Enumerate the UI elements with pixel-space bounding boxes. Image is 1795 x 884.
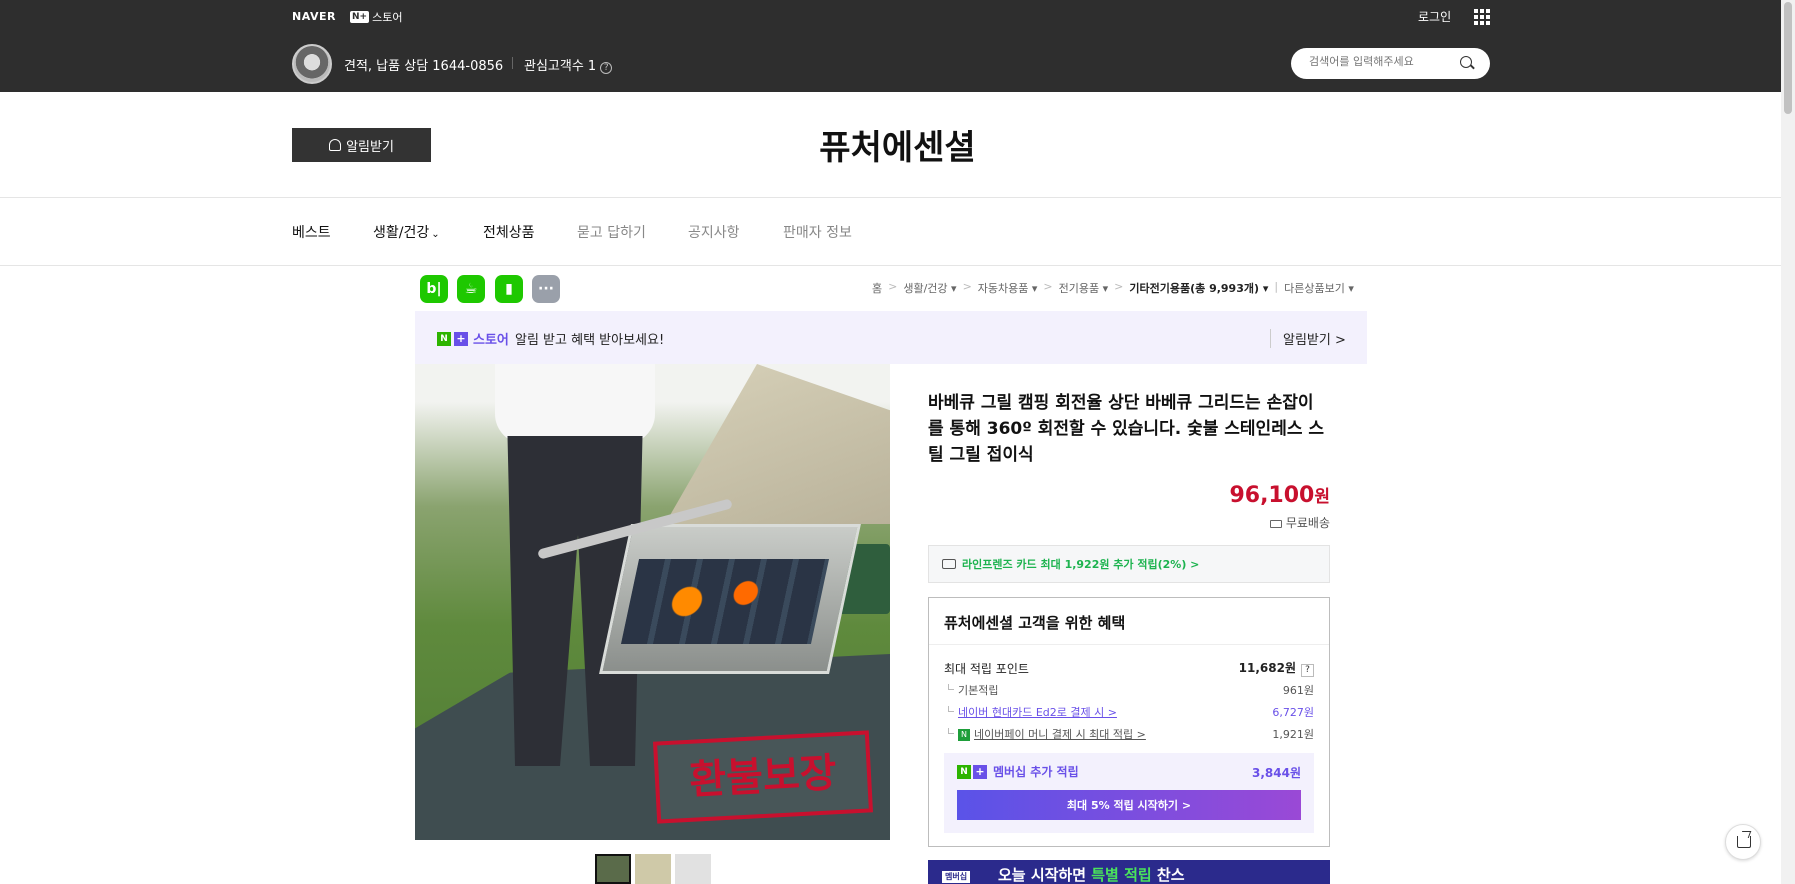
share-button[interactable] <box>1725 824 1761 860</box>
n-icon: N <box>957 764 971 779</box>
breadcrumb-life-health[interactable]: 생활/건강 ▾ <box>903 280 956 296</box>
plus-icon: + <box>454 331 468 346</box>
benefit-box: 퓨처에센셜 고객을 위한 혜택 최대 적립 포인트 11,682원? 기본적립 … <box>928 597 1330 847</box>
breadcrumb-other[interactable]: 다른상품보기 ▾ <box>1284 280 1354 296</box>
price-unit: 원 <box>1314 487 1330 507</box>
membership-start-button[interactable]: 최대 5% 적립 시작하기 > <box>957 790 1301 820</box>
product-price: 96,100원 <box>1150 482 1330 508</box>
nplus-label: 스토어 <box>372 11 403 24</box>
scrollbar[interactable] <box>1781 0 1795 884</box>
promo-text-1: 오늘 시작하면 <box>998 866 1092 884</box>
nav-life-health-label: 생활/건강 <box>373 225 430 241</box>
nav-seller-info[interactable]: 판매자 정보 <box>783 222 852 242</box>
breadcrumb-home[interactable]: 홈 <box>872 280 882 296</box>
nav-best[interactable]: 베스트 <box>292 222 331 242</box>
membership-value: 3,844원 <box>1252 766 1301 780</box>
truck-icon <box>1269 519 1282 528</box>
search-icon[interactable] <box>1460 56 1472 68</box>
store-name[interactable]: 퓨처에센셜 <box>0 120 1795 169</box>
max-point-value: 11,682원 <box>1238 661 1296 675</box>
tent-shape <box>665 364 890 524</box>
hyundai-point-row: 네이버 현대카드 Ed2로 결제 시 > 6,727원 <box>944 704 1314 720</box>
fan-count-label: 관심고객수 1 <box>524 59 597 74</box>
thumbnail-strip <box>595 854 711 884</box>
breadcrumb-electric[interactable]: 전기용품 ▾ <box>1059 280 1109 296</box>
coals-shape <box>620 559 830 644</box>
breadcrumb-current[interactable]: 기타전기용품(총 9,993개) ▾ <box>1129 280 1268 296</box>
hyundai-card-link[interactable]: 네이버 현대카드 Ed2로 결제 시 > <box>958 706 1117 719</box>
basic-point-label: 기본적립 <box>944 682 998 698</box>
banner-alarm-link[interactable]: 알림받기 > <box>1270 329 1346 348</box>
blog-share-icon[interactable]: b| <box>420 275 448 303</box>
thumbnail-3[interactable] <box>675 854 711 884</box>
promo-text-2: 찬스 <box>1151 866 1185 884</box>
divider <box>929 644 1329 645</box>
shipping-label: 무료배송 <box>1285 516 1330 530</box>
basic-point-value: 961원 <box>1282 684 1314 697</box>
hyundai-point-value: 6,727원 <box>1272 706 1314 719</box>
promo-highlight: 특별 적립 <box>1091 866 1152 884</box>
npay-point-row: N 네이버페이 머니 결제 시 최대 적립 > 1,921원 <box>944 726 1314 742</box>
card-offer[interactable]: 라인프렌즈 카드 최대 1,922원 추가 적립(2%) > <box>928 545 1330 583</box>
chevron-down-icon: ⌄ <box>431 229 440 240</box>
price-value: 96,100 <box>1229 483 1315 508</box>
help-icon[interactable]: ? <box>600 62 613 74</box>
search-input[interactable] <box>1309 55 1459 68</box>
nplus-icon: N+ <box>350 11 370 23</box>
nav-all-products[interactable]: 전체상품 <box>483 222 535 242</box>
fan-count: 관심고객수 1? <box>524 55 613 74</box>
nplus-store-link[interactable]: N+ 스토어 <box>350 9 402 25</box>
shirt-shape <box>495 364 655 444</box>
thumbnail-1[interactable] <box>595 854 631 884</box>
refund-stamp: 환불보장 <box>653 730 873 824</box>
npay-icon: N <box>958 729 970 741</box>
card-icon <box>942 559 956 569</box>
talk-share-icon[interactable]: ☕ <box>457 275 485 303</box>
product-image[interactable]: 환불보장 <box>415 364 890 840</box>
bookmark-icon[interactable]: ▮ <box>495 275 523 303</box>
breadcrumb: 홈 > 생활/건강 ▾ > 자동차용품 ▾ > 전기용품 ▾ > 기타전기용품(총 9,… <box>872 280 1354 296</box>
top-bar: NAVER N+ 스토어 로그인 견적, 납품 상담 1644-0856 관심고… <box>0 0 1795 92</box>
store-word: 스토어 <box>473 333 509 348</box>
scrollbar-thumb[interactable] <box>1784 2 1792 114</box>
membership-head: N + 멤버십 추가 적립 <box>957 763 1079 780</box>
product-title: 바베큐 그릴 캠핑 회전율 상단 바베큐 그리드는 손잡이를 통해 360º 회… <box>928 393 1325 465</box>
apps-grid-icon[interactable] <box>1474 9 1490 25</box>
basic-point-row: 기본적립 961원 <box>944 682 1314 698</box>
login-link[interactable]: 로그인 <box>1418 8 1451 25</box>
max-point-row: 최대 적립 포인트 11,682원? <box>944 659 1314 677</box>
banner-message: 알림 받고 혜택 받아보세요! <box>515 333 665 348</box>
nplus-store-logo: N + 스토어 <box>437 329 509 348</box>
store-alert-banner: N + 스토어 알림 받고 혜택 받아보세요! 알림받기 > <box>415 311 1367 364</box>
nav-life-health[interactable]: 생활/건강 ⌄ <box>373 222 440 242</box>
divider <box>512 57 513 69</box>
plus-icon: + <box>973 764 987 779</box>
help-icon[interactable]: ? <box>1301 664 1314 677</box>
membership-label: 멤버십 추가 적립 <box>993 765 1079 779</box>
store-avatar[interactable] <box>292 44 332 84</box>
membership-box: N + 멤버십 추가 적립 3,844원 최대 5% 적립 시작하기 > <box>944 753 1314 833</box>
store-nav: 베스트 생활/건강 ⌄ 전체상품 묻고 답하기 공지사항 판매자 정보 <box>0 198 1795 266</box>
nav-notice[interactable]: 공지사항 <box>688 222 740 242</box>
naver-logo[interactable]: NAVER <box>292 10 336 23</box>
n-icon: N <box>437 331 451 346</box>
benefit-head: 퓨처에센셜 고객을 위한 혜택 <box>944 614 1126 632</box>
breadcrumb-car[interactable]: 자동차용품 ▾ <box>978 280 1038 296</box>
thumbnail-2[interactable] <box>635 854 671 884</box>
npay-point-value: 1,921원 <box>1272 728 1314 741</box>
share-icon <box>1737 836 1751 848</box>
membership-badge: 멤버십 <box>942 871 971 883</box>
more-icon[interactable]: ··· <box>532 275 560 303</box>
npay-link[interactable]: 네이버페이 머니 결제 시 최대 적립 > <box>974 728 1146 741</box>
consult-phone: 견적, 납품 상담 1644-0856 <box>344 59 504 74</box>
search-box <box>1291 48 1490 79</box>
shipping-info: 무료배송 <box>1230 514 1330 531</box>
card-offer-label: 라인프렌즈 카드 최대 1,922원 추가 적립(2%) > <box>962 558 1200 571</box>
membership-promo-banner[interactable]: 멤버십 오늘 시작하면 특별 적립 찬스 <box>928 860 1330 884</box>
nav-qna[interactable]: 묻고 답하기 <box>577 222 646 242</box>
max-point-label: 최대 적립 포인트 <box>944 661 1029 676</box>
